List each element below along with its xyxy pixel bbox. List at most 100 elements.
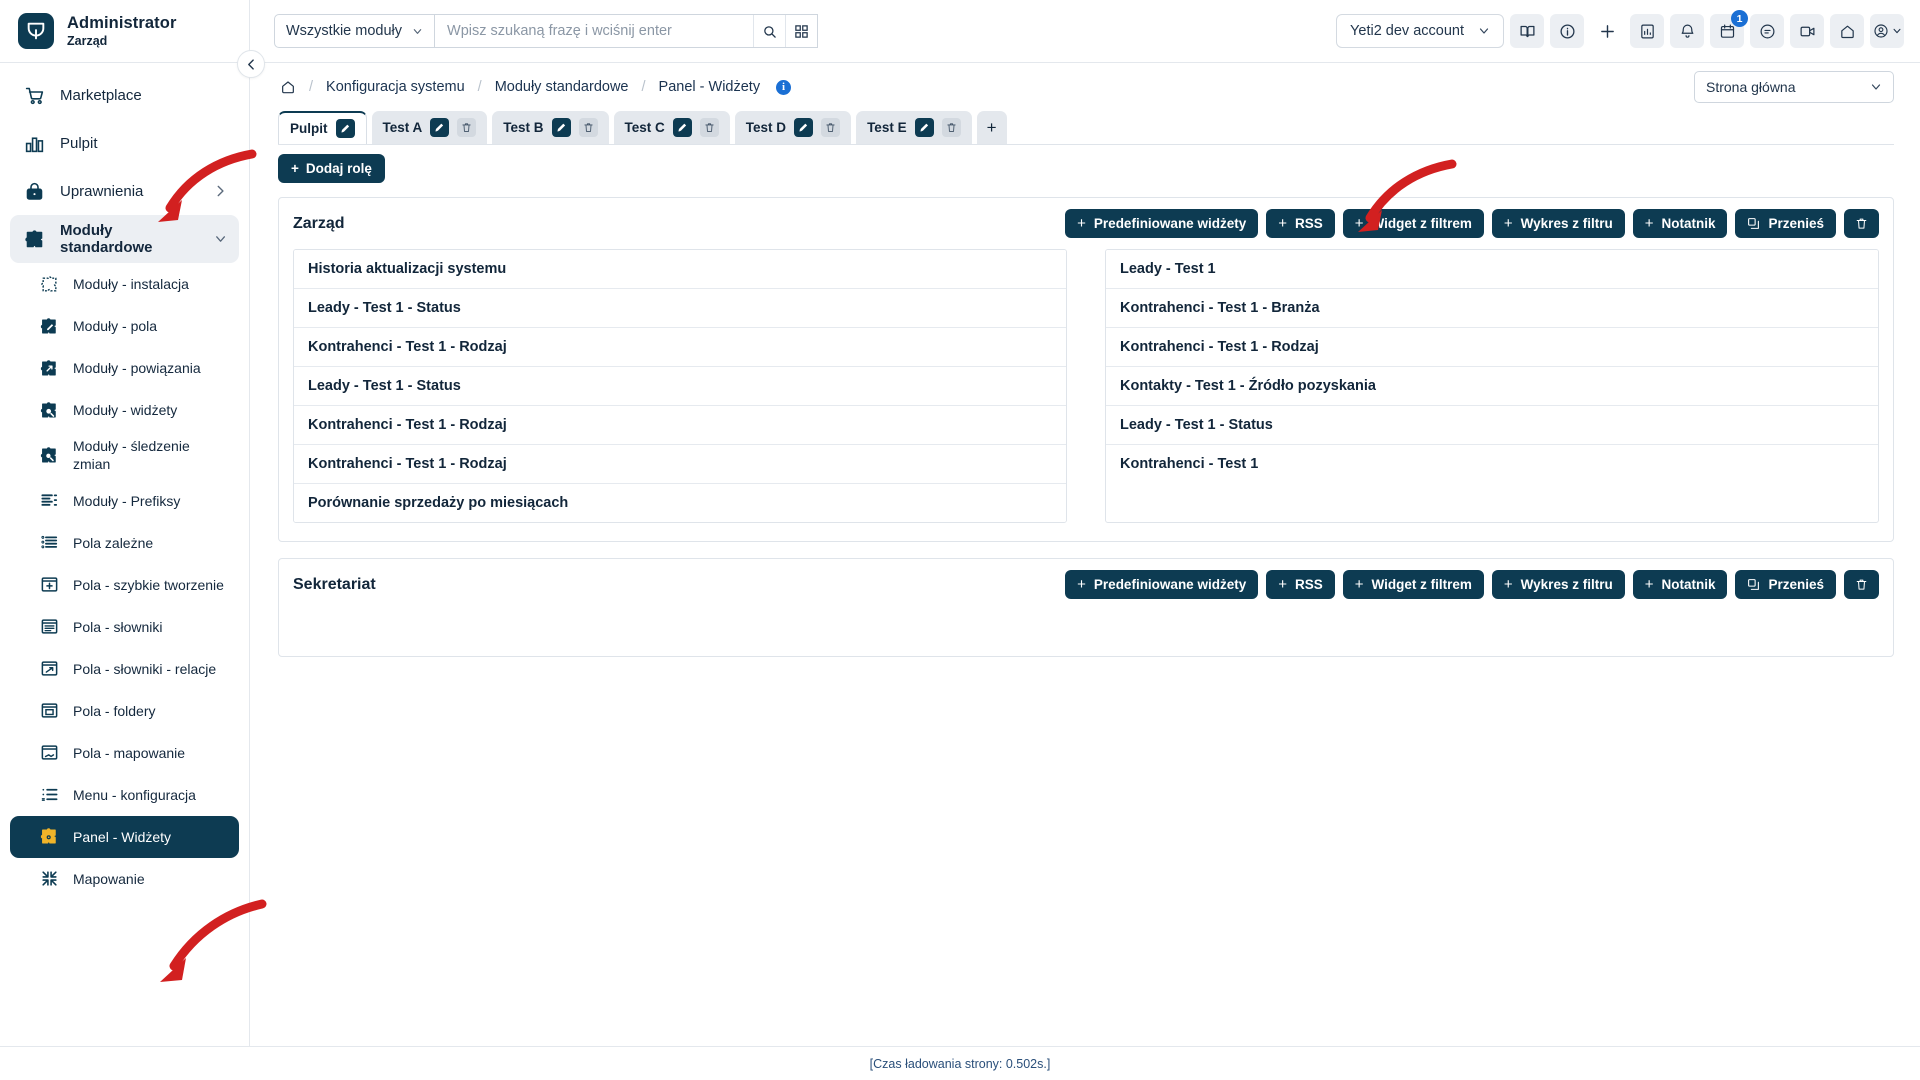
breadcrumb-item-2[interactable]: Panel - Widżety bbox=[659, 79, 761, 95]
delete-panel-button[interactable] bbox=[1844, 209, 1879, 238]
advanced-search-button[interactable] bbox=[785, 15, 818, 47]
delete-panel-button[interactable] bbox=[1844, 570, 1879, 599]
page-select[interactable]: Strona główna bbox=[1694, 71, 1894, 103]
sidebar-item-pola-s-owniki[interactable]: Pola - słowniki bbox=[10, 606, 239, 648]
tab-test-e[interactable]: Test E bbox=[856, 111, 972, 144]
widget-item[interactable]: Kontrahenci - Test 1 - Rodzaj bbox=[294, 406, 1066, 445]
search-input[interactable] bbox=[435, 15, 754, 47]
tab-test-b[interactable]: Test B bbox=[492, 111, 609, 144]
trash-icon[interactable] bbox=[821, 118, 841, 137]
sidebar-collapse-button[interactable] bbox=[237, 50, 265, 78]
plus-icon: + bbox=[1077, 215, 1086, 232]
widget-item[interactable]: Kontrahenci - Test 1 - Rodzaj bbox=[294, 445, 1066, 484]
sidebar-item-modu-y-instalacja[interactable]: Moduły - instalacja bbox=[10, 263, 239, 305]
edit-icon[interactable] bbox=[914, 118, 934, 137]
notebook-button[interactable]: + Notatnik bbox=[1632, 209, 1728, 238]
tab-label: Test B bbox=[503, 120, 544, 135]
knowledge-base-button[interactable] bbox=[1510, 14, 1544, 48]
predefined-widgets-button[interactable]: + Predefiniowane widżety bbox=[1065, 209, 1259, 238]
breadcrumb-info-badge[interactable]: i bbox=[776, 79, 792, 95]
lock-icon bbox=[22, 181, 46, 202]
account-select[interactable]: Yeti2 dev account bbox=[1336, 14, 1504, 48]
sidebar-item-label: Moduły - Prefiksy bbox=[73, 492, 181, 509]
rss-button[interactable]: + RSS bbox=[1266, 570, 1335, 599]
sidebar-item-menu-konfiguracja[interactable]: Menu - konfiguracja bbox=[10, 774, 239, 816]
widget-item[interactable]: Kontakty - Test 1 - Źródło pozyskania bbox=[1106, 367, 1878, 406]
move-button[interactable]: Przenieś bbox=[1735, 570, 1836, 599]
notifications-button[interactable] bbox=[1670, 14, 1704, 48]
widget-item[interactable]: Leady - Test 1 - Status bbox=[294, 367, 1066, 406]
chevron-down-icon bbox=[1479, 28, 1489, 34]
tab-pulpit[interactable]: Pulpit bbox=[278, 111, 367, 144]
home-icon[interactable] bbox=[280, 79, 296, 95]
panel-body: Historia aktualizacji systemu Leady - Tes… bbox=[279, 249, 1893, 541]
sidebar-item-pola-foldery[interactable]: Pola - foldery bbox=[10, 690, 239, 732]
trash-icon[interactable] bbox=[578, 118, 598, 137]
trash-icon[interactable] bbox=[699, 118, 719, 137]
widget-item[interactable]: Leady - Test 1 - Status bbox=[1106, 406, 1878, 445]
rss-button[interactable]: + RSS bbox=[1266, 209, 1335, 238]
dashboard-icon bbox=[22, 133, 46, 154]
edit-icon[interactable] bbox=[430, 118, 450, 137]
widget-item[interactable]: Kontrahenci - Test 1 - Branża bbox=[1106, 289, 1878, 328]
sidebar-item-panel-wid-ety[interactable]: Panel - Widżety bbox=[10, 815, 239, 858]
user-menu-button[interactable] bbox=[1870, 14, 1904, 48]
add-role-label: Dodaj rolę bbox=[305, 161, 372, 176]
home-button[interactable] bbox=[1830, 14, 1864, 48]
breadcrumb-item-0[interactable]: Konfiguracja systemu bbox=[326, 79, 465, 95]
edit-icon[interactable] bbox=[794, 118, 814, 137]
sidebar-item-uprawnienia[interactable]: Uprawnienia bbox=[10, 167, 239, 215]
add-role-button[interactable]: + Dodaj rolę bbox=[278, 154, 385, 183]
widget-item[interactable]: Porównanie sprzedaży po miesiącach bbox=[294, 484, 1066, 522]
sidebar-item-modu-y-powi-zania[interactable]: Moduły - powiązania bbox=[10, 347, 239, 389]
predefined-widgets-button[interactable]: + Predefiniowane widżety bbox=[1065, 570, 1259, 599]
trash-icon[interactable] bbox=[941, 118, 961, 137]
sidebar-item-pola-s-owniki-relacje[interactable]: Pola - słowniki - relacje bbox=[10, 648, 239, 690]
widget-item[interactable]: Kontrahenci - Test 1 bbox=[1106, 445, 1878, 483]
sidebar-item-pola-szybkie-tworzenie[interactable]: Pola - szybkie tworzenie bbox=[10, 564, 239, 606]
filter-widget-button[interactable]: + Widget z filtrem bbox=[1342, 209, 1484, 238]
filter-chart-button[interactable]: + Wykres z filtru bbox=[1491, 570, 1625, 599]
tab-test-d[interactable]: Test D bbox=[734, 111, 852, 144]
sidebar-item-pola-zale-ne[interactable]: Pola zależne bbox=[10, 522, 239, 564]
breadcrumb-separator: / bbox=[641, 79, 646, 95]
sidebar-item-modu-y-ledzenie-zmian[interactable]: Moduły - śledzenie zmian bbox=[10, 431, 239, 480]
info-button[interactable] bbox=[1550, 14, 1584, 48]
search-button[interactable] bbox=[753, 15, 786, 47]
trash-icon[interactable] bbox=[457, 118, 477, 137]
brand-block[interactable]: Administrator Zarząd bbox=[0, 0, 250, 62]
tab-test-a[interactable]: Test A bbox=[371, 111, 488, 144]
edit-icon[interactable] bbox=[551, 118, 571, 137]
filter-widget-button[interactable]: + Widget z filtrem bbox=[1342, 570, 1484, 599]
sidebar-item-mapowanie[interactable]: Mapowanie bbox=[10, 858, 239, 900]
notebook-button[interactable]: + Notatnik bbox=[1632, 570, 1728, 599]
tab-test-c[interactable]: Test C bbox=[613, 111, 730, 144]
breadcrumb-item-1[interactable]: Moduły standardowe bbox=[495, 79, 629, 95]
move-button[interactable]: Przenieś bbox=[1735, 209, 1836, 238]
plus-icon: + bbox=[1354, 215, 1364, 232]
widget-item[interactable]: Kontrahenci - Test 1 - Rodzaj bbox=[1106, 328, 1878, 367]
sidebar-item-marketplace[interactable]: Marketplace bbox=[10, 71, 239, 119]
chat-button[interactable] bbox=[1750, 14, 1784, 48]
edit-icon[interactable] bbox=[672, 118, 692, 137]
sidebar-item-modu-y-pola[interactable]: Moduły - pola bbox=[10, 305, 239, 347]
sidebar-item-modu-y-wid-ety[interactable]: Moduły - widżety bbox=[10, 389, 239, 431]
module-filter-select[interactable]: Wszystkie moduły bbox=[274, 14, 436, 48]
topbar-actions: Yeti2 dev account 1 bbox=[1336, 10, 1920, 48]
calendar-button[interactable]: 1 bbox=[1710, 10, 1748, 48]
widget-item[interactable]: Kontrahenci - Test 1 - Rodzaj bbox=[294, 328, 1066, 367]
sidebar-item-pola-mapowanie[interactable]: Pola - mapowanie bbox=[10, 732, 239, 774]
sidebar-item-modu-y-prefiksy[interactable]: Moduły - Prefiksy bbox=[10, 480, 239, 522]
video-call-button[interactable] bbox=[1790, 14, 1824, 48]
widget-item[interactable]: Leady - Test 1 - Status bbox=[294, 289, 1066, 328]
filter-chart-button[interactable]: + Wykres z filtru bbox=[1491, 209, 1625, 238]
quick-create-button[interactable] bbox=[1590, 14, 1624, 48]
edit-icon[interactable] bbox=[335, 119, 355, 138]
widget-item[interactable]: Leady - Test 1 bbox=[1106, 250, 1878, 289]
widget-item[interactable]: Historia aktualizacji systemu bbox=[294, 250, 1066, 289]
sidebar-item-pulpit[interactable]: Pulpit bbox=[10, 119, 239, 167]
sidebar-item-modu-y-standardowe[interactable]: Moduły standardowe bbox=[10, 215, 239, 263]
sidebar-item-label: Uprawnienia bbox=[60, 182, 144, 200]
reports-button[interactable] bbox=[1630, 14, 1664, 48]
add-tab-button[interactable]: + bbox=[976, 111, 1007, 144]
